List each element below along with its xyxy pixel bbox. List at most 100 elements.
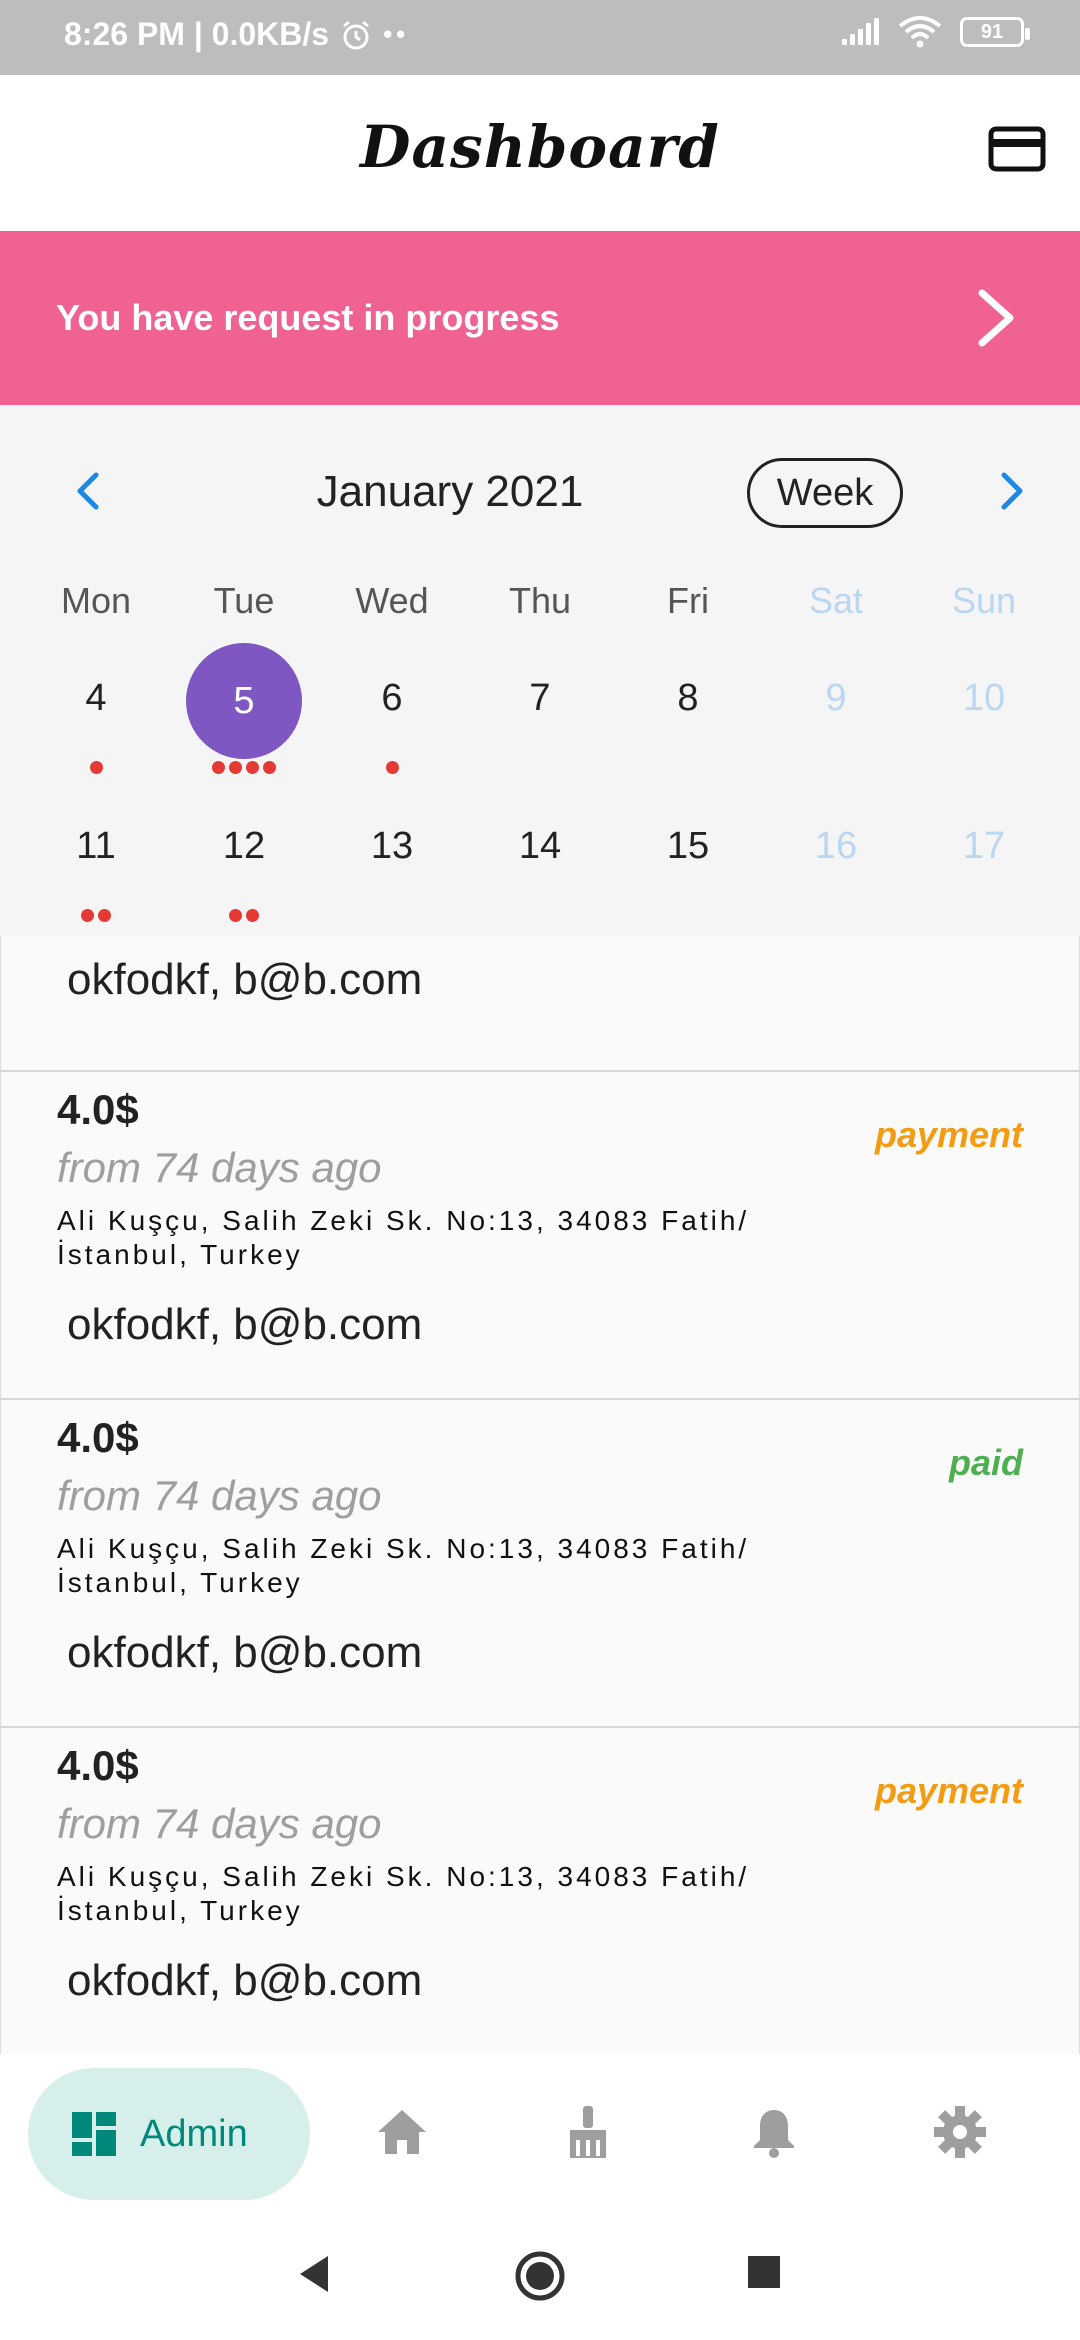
status-right: 91: [840, 16, 1030, 48]
event-dot: [385, 761, 399, 774]
event-markers: [170, 761, 318, 777]
chevron-left-icon[interactable]: [72, 471, 102, 511]
calendar-day[interactable]: 13: [318, 825, 466, 868]
weekday-label: Sat: [808, 580, 864, 621]
day-number: 14: [518, 825, 562, 867]
battery-indicator: 91: [960, 17, 1030, 47]
event-dot: [229, 909, 242, 922]
calendar-day[interactable]: 16: [762, 825, 910, 868]
weekday-label: Wed: [355, 580, 429, 621]
credit-card-icon[interactable]: [988, 125, 1046, 173]
system-navigation-bar: [0, 2210, 1080, 2340]
calendar-day-selected[interactable]: 5: [170, 643, 318, 759]
calendar-day[interactable]: 7: [466, 677, 614, 720]
event-dot: [81, 909, 94, 922]
event-markers: [170, 909, 318, 925]
calendar-day[interactable]: 8: [614, 677, 762, 720]
event-dot: [246, 761, 259, 774]
day-number: 12: [222, 825, 266, 867]
calendar-day[interactable]: 9: [762, 677, 910, 720]
event-markers: [318, 761, 466, 777]
home-button-icon[interactable]: [514, 2250, 566, 2302]
day-number: 6: [381, 677, 403, 719]
battery-level: 91: [980, 20, 1004, 43]
broom-icon[interactable]: [560, 2104, 616, 2160]
status-badge: payment: [874, 1114, 1023, 1155]
banner-text: You have request in progress: [56, 297, 560, 338]
event-dot: [229, 761, 242, 774]
page-title: Dashboard: [360, 113, 720, 181]
event-markers: [22, 909, 170, 925]
chevron-right-icon: [978, 289, 1014, 347]
request-amount: 4.0$: [57, 1086, 139, 1133]
weekday-label: Mon: [60, 580, 132, 621]
day-number: 7: [529, 677, 551, 719]
request-age: from 74 days ago: [57, 1472, 382, 1519]
status-left: 8:26 PM | 0.0KB/s ••: [64, 16, 409, 53]
day-number: 15: [666, 825, 710, 867]
request-age: from 74 days ago: [57, 1144, 382, 1191]
alarm-icon: [343, 20, 369, 49]
weekday-label: Thu: [508, 580, 572, 621]
customer-info: okfodkf, b@b.com: [67, 1628, 423, 1677]
calendar-day[interactable]: 11: [22, 825, 170, 868]
wifi-icon: [898, 16, 942, 48]
calendar-day[interactable]: 4: [22, 677, 170, 720]
list-item[interactable]: 4.0$ from 74 days ago Ali Kuşçu, Salih Z…: [0, 1072, 1080, 1400]
status-badge: payment: [874, 1770, 1023, 1811]
weekday-label: Tue: [213, 580, 275, 621]
list-item[interactable]: okfodkf, b@b.com: [0, 935, 1080, 1072]
app-bar: Dashboard: [0, 75, 1080, 231]
day-number: 11: [76, 825, 116, 867]
list-item[interactable]: 4.0$ from 74 days ago Ali Kuşçu, Salih Z…: [0, 1728, 1080, 2056]
event-dot: [98, 909, 111, 922]
bell-icon[interactable]: [746, 2104, 802, 2160]
customer-info: okfodkf, b@b.com: [67, 955, 423, 1004]
calendar-day[interactable]: 14: [466, 825, 614, 868]
request-address: Ali Kuşçu, Salih Zeki Sk. No:13, 34083 F…: [57, 1533, 750, 1598]
event-dot: [246, 909, 259, 922]
calendar-day[interactable]: 12: [170, 825, 318, 868]
day-number: 4: [85, 677, 107, 719]
request-address: Ali Kuşçu, Salih Zeki Sk. No:13, 34083 F…: [57, 1861, 750, 1926]
day-number: 9: [825, 677, 847, 719]
customer-info: okfodkf, b@b.com: [67, 1956, 423, 2005]
recents-icon[interactable]: [746, 2254, 782, 2290]
calendar: January 2021 Week Mon Tue Wed Thu Fri Sa…: [0, 405, 1080, 935]
status-badge: paid: [948, 1442, 1023, 1483]
calendar-day[interactable]: 6: [318, 677, 466, 720]
request-list: okfodkf, b@b.com 4.0$ from 74 days ago A…: [0, 935, 1080, 2056]
customer-info: okfodkf, b@b.com: [67, 1300, 423, 1349]
more-dots-icon: ••: [383, 19, 410, 49]
gear-icon[interactable]: [932, 2104, 988, 2160]
nav-item-admin[interactable]: Admin: [28, 2068, 310, 2200]
calendar-month-title: January 2021: [316, 467, 584, 516]
request-amount: 4.0$: [57, 1742, 139, 1789]
status-bar: 8:26 PM | 0.0KB/s •• 91: [0, 0, 1080, 75]
day-number: 8: [677, 677, 699, 719]
event-dot: [212, 761, 225, 774]
calendar-day[interactable]: 10: [910, 677, 1058, 720]
request-amount: 4.0$: [57, 1414, 139, 1461]
signal-icon: [842, 18, 879, 45]
request-address: Ali Kuşçu, Salih Zeki Sk. No:13, 34083 F…: [57, 1205, 750, 1270]
event-markers: [22, 761, 170, 777]
event-dot: [89, 761, 103, 774]
event-dot: [263, 761, 276, 774]
back-icon[interactable]: [296, 2254, 332, 2294]
weekday-label: Fri: [667, 580, 709, 621]
day-number: 17: [962, 825, 1006, 867]
chevron-right-icon[interactable]: [998, 471, 1028, 511]
calendar-day[interactable]: 17: [910, 825, 1058, 868]
request-age: from 74 days ago: [57, 1800, 382, 1847]
day-number: 10: [962, 677, 1006, 719]
request-in-progress-banner[interactable]: You have request in progress: [0, 231, 1080, 405]
nav-item-label: Admin: [140, 2112, 248, 2155]
day-number: 5: [186, 643, 302, 759]
calendar-day[interactable]: 15: [614, 825, 762, 868]
home-icon[interactable]: [374, 2104, 430, 2160]
format-toggle-button[interactable]: Week: [747, 458, 903, 528]
list-item[interactable]: 4.0$ from 74 days ago Ali Kuşçu, Salih Z…: [0, 1400, 1080, 1728]
day-number: 13: [370, 825, 414, 867]
status-time: 8:26 PM | 0.0KB/s: [64, 16, 330, 52]
